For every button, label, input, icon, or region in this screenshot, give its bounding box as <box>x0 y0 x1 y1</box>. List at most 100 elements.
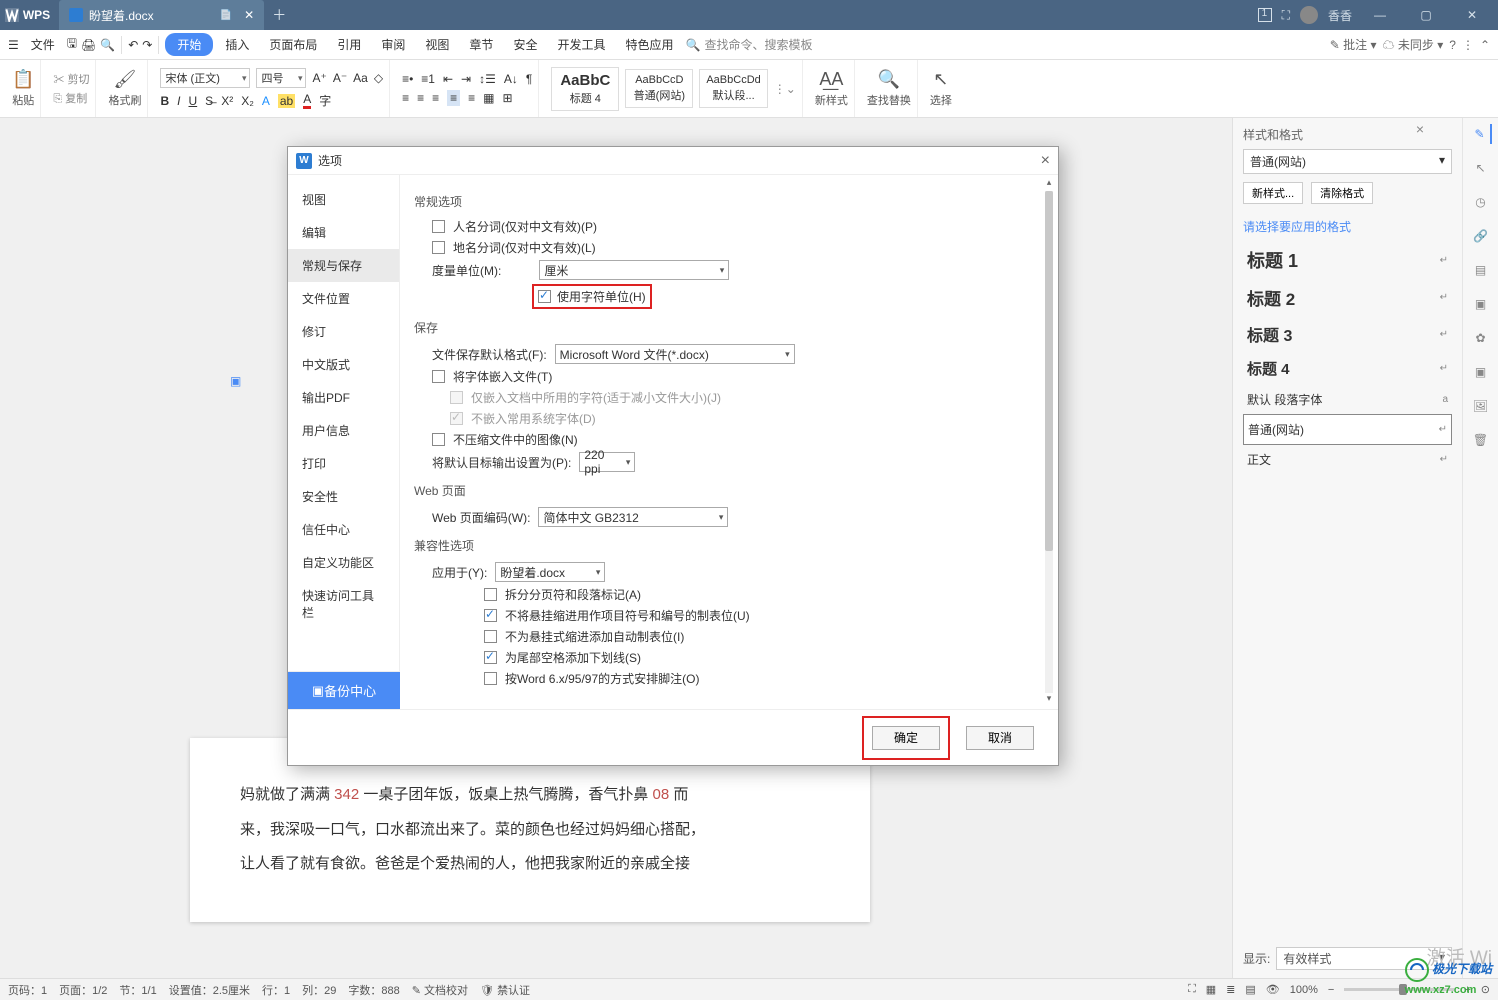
status-words[interactable]: 字数：888 <box>348 982 399 998</box>
style-item-default-font[interactable]: 默认 段落字体a <box>1243 385 1452 414</box>
opt-c4[interactable]: 为尾部空格添加下划线(S) <box>484 649 1046 666</box>
rail-style-icon[interactable]: ✎ <box>1472 124 1492 144</box>
nav-cjk[interactable]: 中文版式 <box>288 348 399 381</box>
opt-c1[interactable]: 拆分分页符和段落标记(A) <box>484 586 1046 603</box>
nav-fileloc[interactable]: 文件位置 <box>288 282 399 315</box>
opt-placename[interactable]: 地名分词(仅对中文有效)(L) <box>432 239 1046 256</box>
sort-icon[interactable]: A↓ <box>504 72 518 86</box>
italic-icon[interactable]: I <box>177 94 180 108</box>
align-distribute-icon[interactable]: ≡ <box>468 91 475 105</box>
webenc-select[interactable]: 简体中文 GB2312 <box>538 507 728 527</box>
bullet-list-icon[interactable]: ≡• <box>402 72 413 86</box>
print-icon[interactable]: 🖨 <box>81 38 96 52</box>
view-read-icon[interactable]: 👁 <box>1266 983 1280 996</box>
command-search[interactable]: 🔍查找命令、搜索模板 <box>685 36 812 53</box>
showmarks-icon[interactable]: ¶ <box>526 72 532 86</box>
paste-button[interactable]: 📋粘贴 <box>12 69 34 108</box>
align-left-icon[interactable]: ≡ <box>402 91 409 105</box>
linespacing-icon[interactable]: ↕☰ <box>479 72 496 86</box>
style-heading4[interactable]: AaBbC标题 4 <box>551 67 619 111</box>
view-print-icon[interactable]: ▦ <box>1206 983 1216 996</box>
style-item-body[interactable]: 正文↵ <box>1243 445 1452 474</box>
zoom-value[interactable]: 100% <box>1290 984 1318 996</box>
status-deny[interactable]: 🛡 禁认证 <box>480 982 530 998</box>
dialog-scrollbar[interactable]: ▴ ▾ <box>1042 177 1056 707</box>
phonetic-icon[interactable]: 字 <box>319 92 331 109</box>
nav-pdf[interactable]: 输出PDF <box>288 381 399 414</box>
opt-personname[interactable]: 人名分词(仅对中文有效)(P) <box>432 218 1046 235</box>
rail-more1-icon[interactable]: ▣ <box>1471 294 1491 314</box>
collapse-ribbon-icon[interactable]: ⌃ <box>1480 38 1490 52</box>
align-right-icon[interactable]: ≡ <box>432 91 439 105</box>
comment-button[interactable]: ✎ 批注 ▾ <box>1330 36 1377 53</box>
rail-layers-icon[interactable]: ▤ <box>1471 260 1491 280</box>
menu-insert[interactable]: 插入 <box>217 32 257 57</box>
text-effect-icon[interactable]: A <box>262 94 270 108</box>
saveformat-select[interactable]: Microsoft Word 文件(*.docx) <box>555 344 795 364</box>
opt-c3[interactable]: 不为悬挂式缩进添加自动制表位(I) <box>484 628 1046 645</box>
change-case-icon[interactable]: Aa <box>353 71 368 85</box>
menu-dev[interactable]: 开发工具 <box>549 32 613 57</box>
font-color-icon[interactable]: A <box>303 92 311 109</box>
sync-button[interactable]: ☁ 未同步 ▾ <box>1383 36 1444 53</box>
number-list-icon[interactable]: ≡1 <box>421 72 435 86</box>
ok-button[interactable]: 确定 <box>872 726 940 750</box>
more-icon[interactable]: ⋮ <box>1462 38 1474 52</box>
menu-start[interactable]: 开始 <box>165 33 213 56</box>
gift-icon[interactable]: ⛶ <box>1282 8 1290 23</box>
rail-trash-icon[interactable]: 🗑 <box>1471 430 1491 450</box>
dialog-close-icon[interactable]: × <box>1041 152 1050 170</box>
chk-use-char-unit[interactable] <box>538 290 551 303</box>
rail-link-icon[interactable]: 🔗 <box>1471 226 1491 246</box>
minimize-icon[interactable]: — <box>1362 8 1398 22</box>
hamburger-icon[interactable]: ☰ <box>8 38 19 52</box>
rail-clock-icon[interactable]: ◷ <box>1471 192 1491 212</box>
nav-general-save[interactable]: 常规与保存 <box>288 249 399 282</box>
undo-icon[interactable]: ↶ <box>128 38 138 52</box>
nav-quick-access[interactable]: 快速访问工具栏 <box>288 579 399 629</box>
underline-icon[interactable]: U <box>189 94 198 108</box>
menu-review[interactable]: 审阅 <box>373 32 413 57</box>
opt-embedfont[interactable]: 将字体嵌入文件(T) <box>432 368 1046 385</box>
strike-icon[interactable]: S̶ <box>205 94 213 108</box>
menu-file[interactable]: 文件 <box>23 32 63 57</box>
view-web-icon[interactable]: ▤ <box>1245 983 1255 996</box>
font-family-select[interactable]: 宋体 (正文) <box>160 68 250 88</box>
align-center-icon[interactable]: ≡ <box>417 91 424 105</box>
new-style-panel-button[interactable]: 新样式... <box>1243 182 1303 204</box>
maximize-icon[interactable]: ▢ <box>1408 8 1444 22</box>
style-item-h3[interactable]: 标题 3↵ <box>1243 316 1452 352</box>
opt-nocompress[interactable]: 不压缩文件中的图像(N) <box>432 431 1046 448</box>
nav-custom-ribbon[interactable]: 自定义功能区 <box>288 546 399 579</box>
rail-folder-icon[interactable]: ▣ <box>1471 362 1491 382</box>
rail-select-icon[interactable]: ↖ <box>1471 158 1491 178</box>
badge-1-icon[interactable]: 1 <box>1258 8 1272 22</box>
superscript-icon[interactable]: X² <box>221 94 233 108</box>
close-icon[interactable]: ✕ <box>1454 8 1490 22</box>
select-button[interactable]: ↖选择 <box>930 69 952 108</box>
nav-revision[interactable]: 修订 <box>288 315 399 348</box>
cut-button[interactable]: ✂ 剪切 <box>53 71 89 87</box>
new-tab-button[interactable]: ＋ <box>264 5 294 25</box>
copy-button[interactable]: ⎘ 复制 <box>53 90 89 106</box>
rail-image-icon[interactable]: 🖼 <box>1471 396 1491 416</box>
preview-icon[interactable]: 🔍 <box>100 38 115 52</box>
border-icon[interactable]: ⊞ <box>503 91 513 105</box>
menu-chapter[interactable]: 章节 <box>461 32 501 57</box>
nav-edit[interactable]: 编辑 <box>288 216 399 249</box>
status-proof[interactable]: ✎ 文档校对 <box>412 982 468 998</box>
save-icon[interactable]: 🖫 <box>67 34 77 55</box>
view-fullscreen-icon[interactable]: ⛶ <box>1188 983 1196 996</box>
clear-format-icon[interactable]: ◇ <box>374 71 383 85</box>
scroll-down-icon[interactable]: ▾ <box>1042 693 1056 707</box>
menu-special[interactable]: 特色应用 <box>617 32 681 57</box>
new-style-button[interactable]: A͟A新样式 <box>815 69 848 108</box>
shading-icon[interactable]: ▦ <box>483 91 494 105</box>
style-item-h1[interactable]: 标题 1↵ <box>1243 241 1452 279</box>
panel-close-icon[interactable]: × <box>1416 121 1424 137</box>
rail-settings-icon[interactable]: ✿ <box>1471 328 1491 348</box>
opt-c5[interactable]: 按Word 6.x/95/97的方式安排脚注(O) <box>484 670 1046 687</box>
zoom-out-icon[interactable]: − <box>1328 984 1334 996</box>
backup-center-button[interactable]: ▣ 备份中心 <box>288 671 400 709</box>
tab-close-icon[interactable]: ✕ <box>244 8 254 22</box>
